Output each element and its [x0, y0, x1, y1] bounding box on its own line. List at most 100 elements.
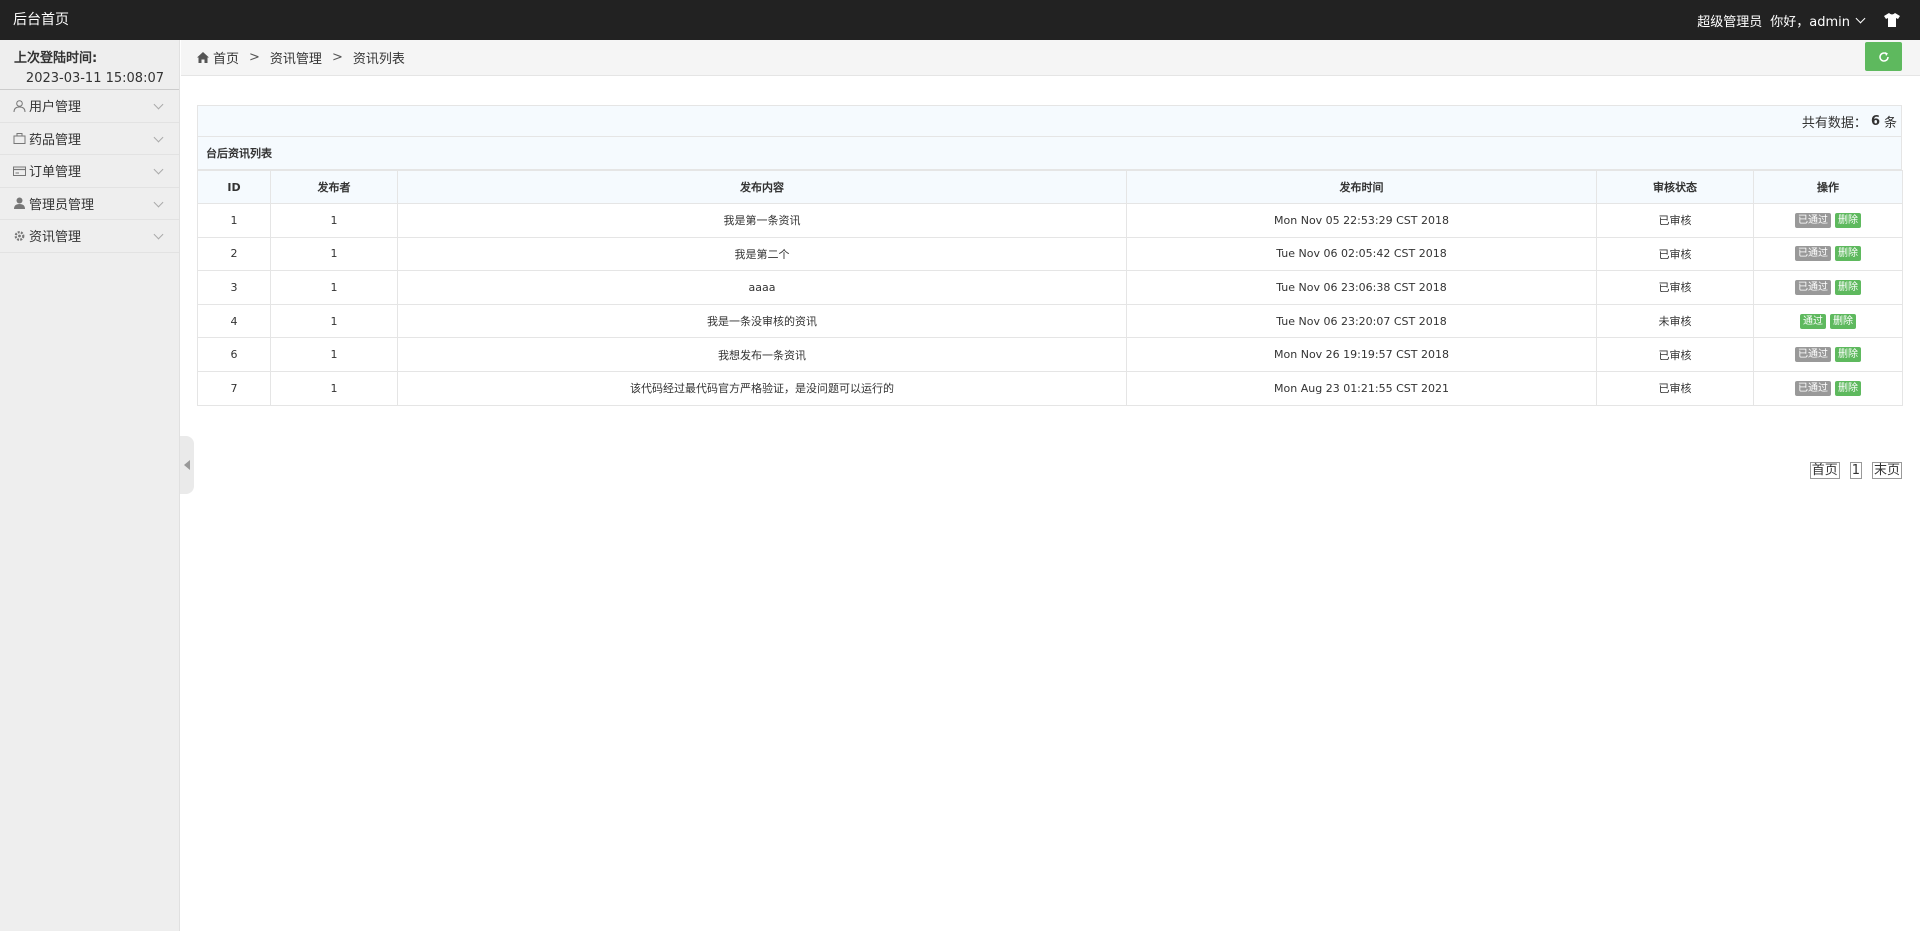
approve-button[interactable]: 通过	[1800, 313, 1826, 329]
chevron-down-icon	[153, 132, 164, 142]
chevron-down-icon	[1855, 13, 1866, 23]
sidebar-item-label: 用户管理	[29, 100, 82, 116]
cell-publisher: 1	[270, 337, 398, 372]
table-title: 台后资讯列表	[197, 137, 1902, 170]
user-solid-icon	[14, 197, 25, 210]
pagination: 首页 1 末页	[1800, 462, 1902, 479]
cell-content: 我是第一条资讯	[397, 203, 1127, 238]
top-header: 后台首页 超级管理员 你好，admin	[0, 0, 1920, 40]
sidebar-item-news[interactable]: 资讯管理	[0, 220, 179, 253]
refresh-button[interactable]	[1865, 42, 1902, 71]
table-row: 7 1 该代码经过最代码官方严格验证，是没问题可以运行的 Mon Aug 23 01:…	[197, 370, 1903, 406]
chevron-down-icon	[153, 197, 164, 207]
home-icon	[197, 52, 209, 63]
table-row: 3 1 aaaa Tue Nov 06 23:06:38 CST 2018 已审核 已通过…	[197, 270, 1903, 305]
header-right: 超级管理员 你好，admin	[1697, 0, 1920, 40]
breadcrumb: 首页 > 资讯管理 > 资讯列表	[181, 40, 1920, 76]
card-icon	[13, 166, 26, 176]
cell-status: 已审核	[1596, 236, 1754, 272]
last-login-info: 上次登陆时间: 2023-03-11 15:08:07	[0, 40, 179, 90]
cell-status: 已审核	[1596, 337, 1754, 372]
sidebar-item-orders[interactable]: 订单管理	[0, 155, 179, 188]
breadcrumb-section[interactable]: 资讯管理	[270, 48, 322, 67]
delete-button[interactable]: 删除	[1835, 246, 1861, 262]
sidebar-item-admins[interactable]: 管理员管理	[0, 188, 179, 220]
refresh-icon	[1878, 51, 1889, 62]
cell-publisher: 1	[270, 303, 398, 339]
summary-prefix: 共有数据：	[1801, 115, 1867, 131]
cell-content: aaaa	[397, 270, 1127, 305]
caret-left-icon	[184, 460, 190, 470]
cell-content: 我是一条没审核的资讯	[397, 303, 1127, 339]
chevron-down-icon	[153, 99, 164, 110]
delete-button[interactable]: 删除	[1835, 347, 1861, 363]
last-login-time: 2023-03-11 15:08:07	[25, 71, 164, 86]
delete-button[interactable]: 删除	[1830, 313, 1856, 329]
cell-time: Tue Nov 06 23:06:38 CST 2018	[1126, 270, 1597, 305]
cell-actions: 已通过 删除	[1753, 236, 1903, 272]
cell-publisher: 1	[270, 203, 398, 238]
cell-actions: 已通过 删除	[1753, 370, 1903, 406]
delete-button[interactable]: 删除	[1835, 212, 1861, 228]
table-row: 2 1 我是第二个 Tue Nov 06 02:05:42 CST 2018 已审核 已通…	[197, 236, 1903, 272]
pager-first[interactable]: 首页	[1809, 462, 1840, 479]
breadcrumb-separator: >	[331, 50, 343, 65]
table-row: 6 1 我想发布一条资讯 Mon Nov 26 19:19:57 CST 2018 已审…	[197, 337, 1903, 372]
gear-icon	[14, 230, 25, 241]
chevron-down-icon	[153, 164, 164, 175]
cell-status: 已审核	[1596, 370, 1754, 406]
column-header: 审核状态	[1596, 170, 1754, 204]
sidebar-item-users[interactable]: 用户管理	[0, 90, 179, 123]
cell-actions: 已通过 删除	[1753, 203, 1903, 238]
approved-button[interactable]: 已通过	[1795, 279, 1831, 295]
user-outline-icon	[13, 99, 26, 112]
sidebar-item-medicine[interactable]: 药品管理	[0, 123, 179, 155]
cell-actions: 已通过 删除	[1753, 337, 1903, 372]
approved-button[interactable]: 已通过	[1795, 380, 1831, 396]
last-login-label: 上次登陆时间:	[14, 51, 98, 66]
delete-button[interactable]: 删除	[1835, 279, 1861, 295]
cell-id: 7	[197, 370, 271, 406]
theme-shirt-icon[interactable]	[1884, 13, 1900, 27]
user-greeting: 你好，admin	[1770, 14, 1850, 30]
chevron-down-icon	[153, 229, 164, 240]
cell-actions: 已通过 删除	[1753, 270, 1903, 305]
sidebar-item-label: 订单管理	[29, 165, 82, 181]
pager-page-1[interactable]: 1	[1849, 462, 1862, 479]
bag-icon	[13, 133, 26, 145]
breadcrumb-home[interactable]: 首页	[213, 48, 239, 67]
user-menu[interactable]: 你好，admin	[1770, 11, 1866, 30]
cell-id: 2	[197, 236, 271, 272]
summary-suffix: 条	[1883, 115, 1897, 131]
cell-content: 我是第二个	[397, 236, 1127, 272]
cell-time: Mon Aug 23 01:21:55 CST 2021	[1126, 370, 1597, 406]
cell-time: Mon Nov 05 22:53:29 CST 2018	[1126, 203, 1597, 238]
breadcrumb-separator: >	[249, 50, 260, 65]
sidebar-item-label: 药品管理	[29, 132, 82, 148]
summary-count: 6	[1870, 113, 1880, 129]
main-content: 共有数据： 6 条 台后资讯列表 ID 发布者 发布内容 发布时间 审核状态 操…	[197, 105, 1903, 406]
app-title[interactable]: 后台首页	[13, 0, 69, 40]
cell-publisher: 1	[270, 236, 398, 272]
cell-id: 3	[197, 270, 271, 305]
approved-button[interactable]: 已通过	[1795, 246, 1831, 262]
cell-content: 我想发布一条资讯	[397, 337, 1127, 372]
cell-id: 4	[197, 303, 271, 339]
column-header: 发布时间	[1126, 170, 1597, 204]
column-header: ID	[197, 170, 271, 204]
approved-button[interactable]: 已通过	[1795, 347, 1831, 363]
column-header: 发布者	[270, 170, 398, 204]
delete-button[interactable]: 删除	[1835, 380, 1861, 396]
cell-id: 1	[197, 203, 271, 238]
cell-time: Mon Nov 26 19:19:57 CST 2018	[1126, 337, 1597, 372]
cell-actions: 通过 删除	[1753, 303, 1903, 339]
cell-content: 该代码经过最代码官方严格验证，是没问题可以运行的	[397, 370, 1127, 406]
cell-publisher: 1	[270, 370, 398, 406]
approved-button[interactable]: 已通过	[1795, 212, 1831, 228]
sidebar-item-label: 管理员管理	[29, 197, 95, 213]
pager-last[interactable]: 末页	[1871, 462, 1902, 479]
cell-time: Tue Nov 06 02:05:42 CST 2018	[1126, 236, 1597, 272]
sidebar-collapse-toggle[interactable]	[180, 436, 194, 494]
cell-status: 已审核	[1596, 270, 1754, 305]
cell-id: 6	[197, 337, 271, 372]
